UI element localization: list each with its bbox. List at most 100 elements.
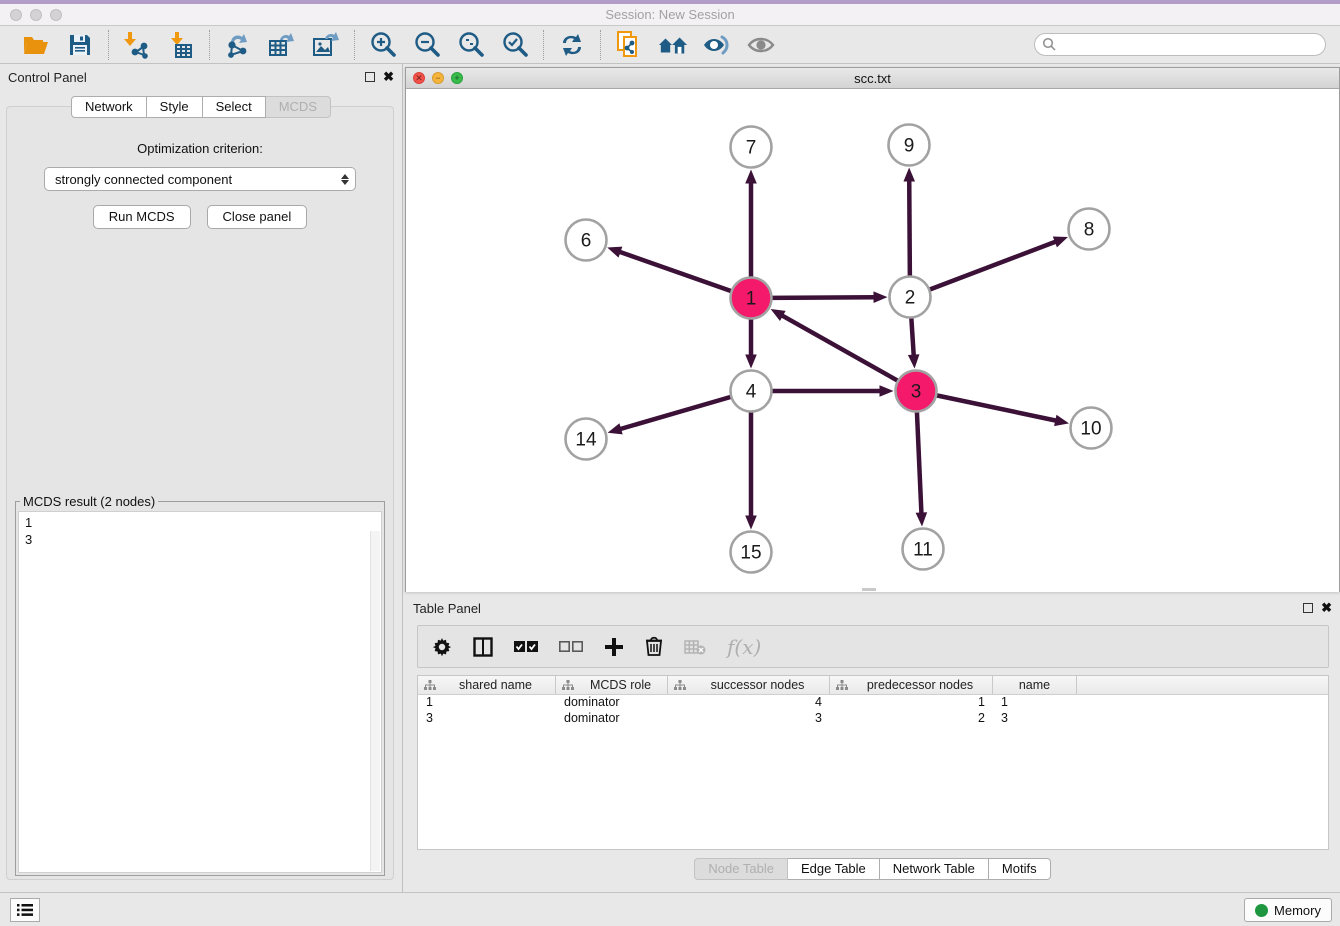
node-label: 2: [905, 288, 916, 309]
close-panel-icon[interactable]: ✖: [383, 72, 394, 82]
column-header-mcds-role[interactable]: MCDS role: [556, 676, 668, 694]
zoom-in-icon[interactable]: [368, 30, 398, 60]
edge-arrowhead: [1054, 415, 1069, 426]
node-label: 8: [1084, 220, 1095, 241]
cell-shared-name[interactable]: 1: [418, 695, 556, 711]
criterion-select[interactable]: strongly connected component: [44, 167, 356, 191]
graph-edge[interactable]: [911, 317, 913, 356]
cell-shared-name[interactable]: 3: [418, 711, 556, 727]
graph-edge[interactable]: [936, 395, 1057, 421]
clone-network-icon[interactable]: [614, 30, 644, 60]
table-settings-icon[interactable]: [432, 637, 452, 657]
export-image-icon[interactable]: [311, 30, 341, 60]
edge-arrowhead: [745, 170, 757, 184]
table-row[interactable]: 1 dominator 4 1 1: [418, 695, 1328, 711]
run-mcds-button[interactable]: Run MCDS: [93, 205, 191, 229]
tab-edge-table[interactable]: Edge Table: [788, 858, 880, 880]
graph-edge[interactable]: [619, 397, 731, 430]
save-session-icon[interactable]: [65, 30, 95, 60]
memory-button[interactable]: Memory: [1244, 898, 1332, 922]
network-view-window: ✕ − + scc.txt 7968124314101511: [405, 67, 1340, 592]
result-scrollbar[interactable]: [370, 531, 380, 871]
cell-mcds-role[interactable]: dominator: [556, 695, 668, 711]
unselect-all-columns-icon[interactable]: [559, 640, 583, 654]
cell-mcds-role[interactable]: dominator: [556, 711, 668, 727]
hide-selected-icon[interactable]: [702, 30, 732, 60]
table-toolbar: f(x): [417, 625, 1329, 668]
tab-motifs[interactable]: Motifs: [989, 858, 1051, 880]
tab-mcds[interactable]: MCDS: [266, 96, 331, 118]
graph-edge[interactable]: [619, 251, 732, 291]
edge-arrowhead: [908, 354, 920, 368]
cell-name[interactable]: 1: [993, 695, 1077, 711]
cell-successor-nodes[interactable]: 3: [668, 711, 830, 727]
close-panel-button[interactable]: Close panel: [207, 205, 308, 229]
import-table-icon[interactable]: [166, 30, 196, 60]
graph-edge[interactable]: [929, 241, 1057, 289]
first-neighbors-icon[interactable]: [658, 30, 688, 60]
mcds-panel: Optimization criterion: strongly connect…: [6, 106, 394, 880]
graph-edge[interactable]: [781, 315, 898, 381]
network-window-titlebar[interactable]: ✕ − + scc.txt: [406, 68, 1339, 89]
edge-arrowhead: [916, 512, 928, 526]
edge-arrowhead: [608, 423, 623, 434]
table-header-row: shared name MCDS role successor nodes pr…: [418, 676, 1328, 695]
graph-edge[interactable]: [917, 411, 922, 514]
edge-arrowhead: [607, 247, 622, 258]
cell-successor-nodes[interactable]: 4: [668, 695, 830, 711]
mcds-result-textarea[interactable]: 1 3: [18, 511, 382, 873]
task-history-button[interactable]: [10, 898, 40, 922]
window-resize-grip[interactable]: [862, 588, 876, 591]
node-label: 6: [581, 231, 592, 252]
cell-predecessor-nodes[interactable]: 1: [830, 695, 993, 711]
search-input[interactable]: [1034, 33, 1326, 56]
session-title: Session: New Session: [0, 7, 1340, 22]
column-type-icon: [424, 680, 436, 691]
node-label: 3: [911, 382, 922, 403]
column-type-icon: [836, 680, 848, 691]
network-graph[interactable]: 7968124314101511: [406, 89, 1339, 592]
column-type-icon: [674, 680, 686, 691]
os-titlebar: Session: New Session: [0, 0, 1340, 26]
zoom-fit-icon[interactable]: [456, 30, 486, 60]
tab-node-table[interactable]: Node Table: [694, 858, 788, 880]
cell-predecessor-nodes[interactable]: 2: [830, 711, 993, 727]
apply-layout-icon[interactable]: [557, 30, 587, 60]
node-label: 11: [913, 540, 933, 561]
column-split-icon[interactable]: [473, 637, 493, 657]
cell-name[interactable]: 3: [993, 711, 1077, 727]
main-toolbar: [0, 26, 1340, 64]
zoom-out-icon[interactable]: [412, 30, 442, 60]
network-title: scc.txt: [406, 71, 1339, 86]
show-all-icon[interactable]: [746, 30, 776, 60]
create-column-icon[interactable]: [604, 637, 624, 657]
optimization-criterion-label: Optimization criterion:: [7, 141, 393, 156]
table-row[interactable]: 3 dominator 3 2 3: [418, 711, 1328, 727]
edge-arrowhead: [745, 516, 757, 530]
graph-edge[interactable]: [771, 297, 875, 298]
select-all-columns-icon[interactable]: [514, 640, 538, 654]
float-table-panel-icon[interactable]: [1303, 603, 1313, 613]
graph-edge[interactable]: [909, 179, 910, 276]
import-network-icon[interactable]: [122, 30, 152, 60]
column-header-shared-name[interactable]: shared name: [418, 676, 556, 694]
mcds-result-legend: MCDS result (2 nodes): [20, 494, 158, 509]
tab-select[interactable]: Select: [203, 96, 266, 118]
export-network-icon[interactable]: [223, 30, 253, 60]
column-header-predecessor-nodes[interactable]: predecessor nodes: [830, 676, 993, 694]
float-panel-icon[interactable]: [365, 72, 375, 82]
close-table-panel-icon[interactable]: ✖: [1321, 603, 1332, 613]
tab-style[interactable]: Style: [147, 96, 203, 118]
node-label: 10: [1080, 419, 1101, 440]
network-canvas[interactable]: 7968124314101511: [406, 89, 1339, 592]
control-panel: Control Panel ✖ Network Style Select MCD…: [0, 64, 403, 892]
export-table-icon[interactable]: [267, 30, 297, 60]
select-arrows-icon: [341, 174, 349, 185]
tab-network[interactable]: Network: [71, 96, 147, 118]
tab-network-table[interactable]: Network Table: [880, 858, 989, 880]
column-header-successor-nodes[interactable]: successor nodes: [668, 676, 830, 694]
column-header-name[interactable]: name: [993, 676, 1077, 694]
open-session-icon[interactable]: [21, 30, 51, 60]
zoom-selected-icon[interactable]: [500, 30, 530, 60]
delete-column-icon[interactable]: [645, 636, 663, 657]
